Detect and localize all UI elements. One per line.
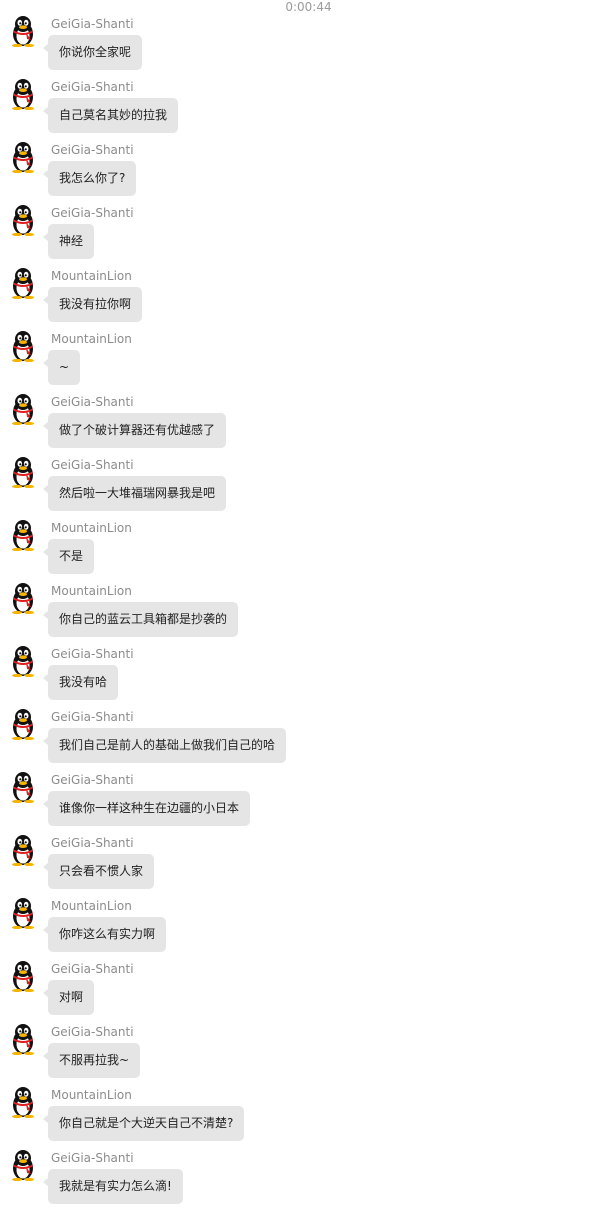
- message-bubble[interactable]: 不是: [42, 539, 95, 574]
- qq-penguin-icon[interactable]: [9, 582, 37, 614]
- message-item: GeiGia-Shanti 我没有哈: [0, 645, 593, 708]
- message-bubble[interactable]: 做了个破计算器还有优越感了: [42, 413, 227, 448]
- message-item: MountainLion 我没有拉你啊: [0, 267, 593, 330]
- qq-penguin-icon[interactable]: [9, 456, 37, 488]
- message-bubble[interactable]: 对啊: [42, 980, 95, 1015]
- sender-name: MountainLion: [51, 584, 132, 598]
- sender-name: MountainLion: [51, 269, 132, 283]
- message-item: GeiGia-Shanti 自己莫名其妙的拉我: [0, 78, 593, 141]
- message-bubble[interactable]: 我怎么你了?: [42, 161, 137, 196]
- sender-name: GeiGia-Shanti: [51, 395, 134, 409]
- message-item: GeiGia-Shanti 只会看不惯人家: [0, 834, 593, 897]
- qq-penguin-icon[interactable]: [9, 960, 37, 992]
- message-bubble[interactable]: 我们自己是前人的基础上做我们自己的哈: [42, 728, 287, 763]
- qq-penguin-icon[interactable]: [9, 78, 37, 110]
- sender-name: GeiGia-Shanti: [51, 836, 134, 850]
- message-list: GeiGia-Shanti 你说你全家呢 GeiGia-Shanti 自己莫名其…: [0, 15, 593, 1212]
- qq-penguin-icon[interactable]: [9, 204, 37, 236]
- message-item: GeiGia-Shanti 谁像你一样这种生在边疆的小日本: [0, 771, 593, 834]
- message-item: GeiGia-Shanti 不服再拉我~: [0, 1023, 593, 1086]
- sender-name: MountainLion: [51, 1088, 132, 1102]
- message-bubble[interactable]: 神经: [42, 224, 95, 259]
- sender-name: GeiGia-Shanti: [51, 1025, 134, 1039]
- sender-name: GeiGia-Shanti: [51, 962, 134, 976]
- message-item: MountainLion 你自己就是个大逆天自己不清楚?: [0, 1086, 593, 1149]
- sender-name: GeiGia-Shanti: [51, 1151, 134, 1165]
- sender-name: MountainLion: [51, 332, 132, 346]
- message-item: MountainLion ~: [0, 330, 593, 393]
- qq-penguin-icon[interactable]: [9, 267, 37, 299]
- sender-name: GeiGia-Shanti: [51, 80, 134, 94]
- sender-name: GeiGia-Shanti: [51, 647, 134, 661]
- message-item: MountainLion 不是: [0, 519, 593, 582]
- chat-timestamp: 0:00:44: [285, 0, 332, 14]
- message-bubble[interactable]: 我没有拉你啊: [42, 287, 143, 322]
- sender-name: GeiGia-Shanti: [51, 206, 134, 220]
- message-item: GeiGia-Shanti 你说你全家呢: [0, 15, 593, 78]
- message-bubble[interactable]: 只会看不惯人家: [42, 854, 155, 889]
- qq-penguin-icon[interactable]: [9, 834, 37, 866]
- sender-name: MountainLion: [51, 899, 132, 913]
- message-bubble[interactable]: ~: [42, 350, 81, 385]
- message-bubble[interactable]: 不服再拉我~: [42, 1043, 141, 1078]
- qq-penguin-icon[interactable]: [9, 1086, 37, 1118]
- message-bubble[interactable]: 你自己的蓝云工具箱都是抄袭的: [42, 602, 239, 637]
- qq-penguin-icon[interactable]: [9, 645, 37, 677]
- qq-penguin-icon[interactable]: [9, 1149, 37, 1181]
- message-item: GeiGia-Shanti 神经: [0, 204, 593, 267]
- qq-penguin-icon[interactable]: [9, 771, 37, 803]
- sender-name: GeiGia-Shanti: [51, 143, 134, 157]
- message-item: MountainLion 你咋这么有实力啊: [0, 897, 593, 960]
- qq-penguin-icon[interactable]: [9, 519, 37, 551]
- sender-name: GeiGia-Shanti: [51, 773, 134, 787]
- qq-penguin-icon[interactable]: [9, 1023, 37, 1055]
- message-bubble[interactable]: 你自己就是个大逆天自己不清楚?: [42, 1106, 245, 1141]
- message-item: GeiGia-Shanti 做了个破计算器还有优越感了: [0, 393, 593, 456]
- message-item: GeiGia-Shanti 我们自己是前人的基础上做我们自己的哈: [0, 708, 593, 771]
- message-item: MountainLion 你自己的蓝云工具箱都是抄袭的: [0, 582, 593, 645]
- sender-name: GeiGia-Shanti: [51, 458, 134, 472]
- message-item: GeiGia-Shanti 我怎么你了?: [0, 141, 593, 204]
- qq-penguin-icon[interactable]: [9, 15, 37, 47]
- qq-penguin-icon[interactable]: [9, 330, 37, 362]
- message-item: GeiGia-Shanti 对啊: [0, 960, 593, 1023]
- message-bubble[interactable]: 然后啦一大堆福瑞网暴我是吧: [42, 476, 227, 511]
- qq-penguin-icon[interactable]: [9, 141, 37, 173]
- message-bubble[interactable]: 你说你全家呢: [42, 35, 143, 70]
- message-bubble[interactable]: 我没有哈: [42, 665, 119, 700]
- sender-name: GeiGia-Shanti: [51, 710, 134, 724]
- message-bubble[interactable]: 自己莫名其妙的拉我: [42, 98, 179, 133]
- message-bubble[interactable]: 谁像你一样这种生在边疆的小日本: [42, 791, 251, 826]
- sender-name: MountainLion: [51, 521, 132, 535]
- qq-penguin-icon[interactable]: [9, 708, 37, 740]
- message-bubble[interactable]: 我就是有实力怎么滴!: [43, 1169, 183, 1204]
- message-item: GeiGia-Shanti 然后啦一大堆福瑞网暴我是吧: [0, 456, 593, 519]
- sender-name: GeiGia-Shanti: [51, 17, 134, 31]
- qq-penguin-icon[interactable]: [9, 897, 37, 929]
- message-item: GeiGia-Shanti 我就是有实力怎么滴!: [0, 1149, 593, 1212]
- qq-penguin-icon[interactable]: [9, 393, 37, 425]
- message-bubble[interactable]: 你咋这么有实力啊: [42, 917, 167, 952]
